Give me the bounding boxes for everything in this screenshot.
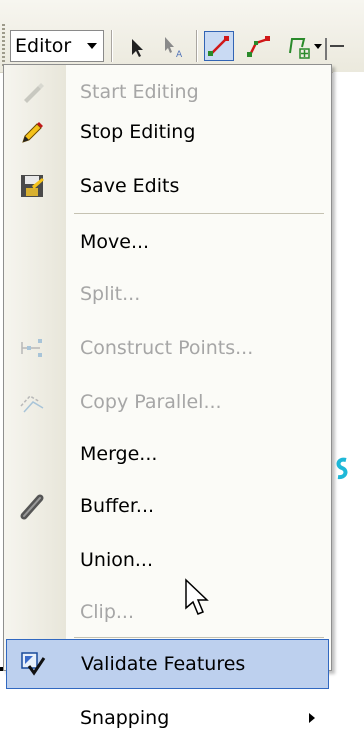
validate-features-icon bbox=[19, 650, 47, 678]
menu-item-label: Save Edits bbox=[80, 175, 180, 197]
pencil-icon bbox=[18, 118, 46, 146]
menu-item-save-edits[interactable]: Save Edits bbox=[4, 159, 331, 213]
svg-text:A: A bbox=[176, 50, 183, 60]
menu-separator bbox=[74, 637, 324, 638]
menu-item-snapping[interactable]: Snapping bbox=[4, 691, 331, 745]
editor-toolbar: Editor A bbox=[0, 0, 364, 73]
editor-dropdown-menu: Start Editing Stop Editing Save Edits Mo… bbox=[3, 64, 332, 729]
menu-item-label: Snapping bbox=[80, 707, 170, 729]
menu-item-label: Union... bbox=[80, 549, 154, 571]
map-canvas-area[interactable] bbox=[333, 72, 364, 671]
menu-item-merge[interactable]: Merge... bbox=[4, 427, 331, 481]
toolbar-grip[interactable] bbox=[2, 24, 5, 68]
menu-item-clip[interactable]: Clip... bbox=[4, 585, 331, 639]
toolbar-separator bbox=[196, 30, 198, 62]
dropdown-arrow-icon bbox=[87, 43, 97, 49]
menu-item-label: Split... bbox=[80, 283, 141, 305]
toolbar-separator bbox=[111, 30, 113, 62]
menu-item-validate-features[interactable]: Validate Features bbox=[6, 639, 329, 689]
straight-segment-icon[interactable] bbox=[204, 31, 234, 61]
menu-item-copy-parallel[interactable]: Copy Parallel... bbox=[4, 375, 331, 429]
edit-tool-icon[interactable] bbox=[122, 31, 152, 61]
mouse-pointer-icon bbox=[184, 578, 212, 618]
menu-item-label: Validate Features bbox=[81, 653, 246, 675]
menu-item-buffer[interactable]: Buffer... bbox=[4, 479, 331, 533]
menu-item-label: Construct Points... bbox=[80, 337, 254, 359]
sketch-annotation-icon[interactable]: A bbox=[158, 31, 188, 61]
menu-item-label: Merge... bbox=[80, 443, 158, 465]
menu-item-label: Copy Parallel... bbox=[80, 391, 222, 413]
menu-item-label: Stop Editing bbox=[80, 121, 196, 143]
menu-item-construct-points[interactable]: Construct Points... bbox=[4, 321, 331, 375]
line-segment-icon[interactable] bbox=[244, 31, 274, 61]
editor-menu-label: Editor bbox=[15, 35, 72, 57]
copy-parallel-icon bbox=[18, 388, 46, 416]
menu-item-label: Buffer... bbox=[80, 495, 155, 517]
editor-menu-button[interactable]: Editor bbox=[10, 30, 104, 62]
menu-item-union[interactable]: Union... bbox=[4, 533, 331, 587]
menu-item-stop-editing[interactable]: Stop Editing bbox=[4, 105, 331, 159]
menu-item-label: Clip... bbox=[80, 601, 135, 623]
save-icon bbox=[18, 172, 46, 200]
menu-item-label: Move... bbox=[80, 231, 150, 253]
toolbar-overflow-icon[interactable] bbox=[322, 34, 352, 64]
pencil-disabled-icon bbox=[18, 78, 46, 106]
menu-item-split[interactable]: Split... bbox=[4, 267, 331, 321]
construct-points-icon bbox=[18, 334, 46, 362]
submenu-arrow-icon bbox=[309, 713, 315, 723]
divider bbox=[0, 667, 3, 671]
trace-polygon-icon[interactable] bbox=[282, 31, 312, 61]
menu-item-move[interactable]: Move... bbox=[4, 215, 331, 269]
buffer-icon bbox=[18, 492, 46, 520]
menu-separator bbox=[74, 213, 324, 214]
dropdown-arrow-icon[interactable] bbox=[314, 44, 322, 49]
map-feature-icon bbox=[334, 456, 350, 482]
